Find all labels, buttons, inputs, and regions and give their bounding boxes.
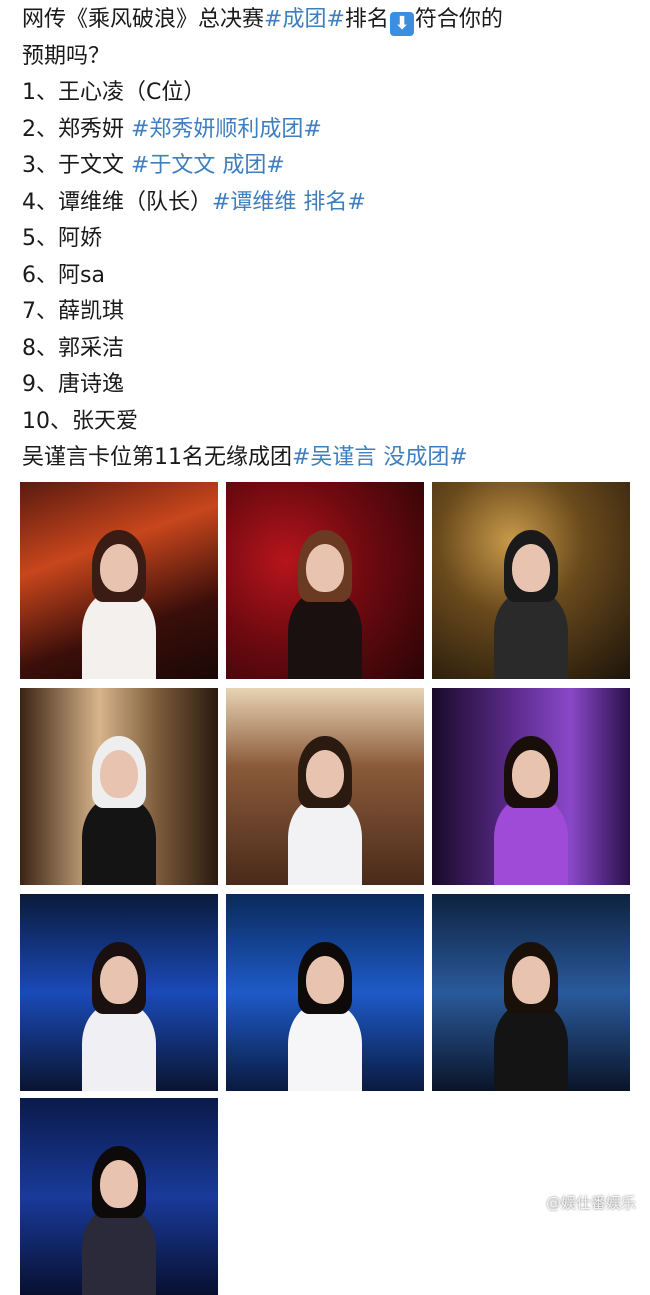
post-text-segment: 6、阿sa bbox=[22, 262, 105, 288]
post-text-segment: 网传《乘风破浪》总决赛 bbox=[22, 7, 265, 32]
watermark-logo-icon bbox=[527, 1196, 542, 1210]
post-line: 10、张天爱 bbox=[22, 404, 632, 441]
post-text: 网传《乘风破浪》总决赛#成团#排名 ⬇ 符合你的预期吗？ 1、王心凌（C位） 2、郑秀妍… bbox=[22, 2, 632, 477]
post-line: 网传《乘风破浪》总决赛#成团#排名 ⬇ 符合你的 bbox=[22, 2, 632, 39]
photo-singer-short-hair[interactable] bbox=[226, 894, 424, 1091]
watermark-text: @娱仕番娱乐 bbox=[545, 1194, 636, 1212]
hashtag-link[interactable]: #谭维维 排名# bbox=[212, 190, 366, 215]
post-text-segment: 9、唐诗逸 bbox=[22, 372, 124, 397]
hashtag-link[interactable]: #郑秀妍顺利成团# bbox=[131, 117, 322, 142]
performer-body bbox=[494, 592, 568, 679]
photo-stage-gold[interactable] bbox=[432, 482, 630, 679]
performer-body bbox=[82, 592, 156, 679]
post-card: 网传《乘风破浪》总决赛#成团#排名 ⬇ 符合你的预期吗？ 1、王心凌（C位） 2、郑秀妍… bbox=[0, 0, 650, 1295]
performer-body bbox=[82, 1004, 156, 1091]
post-line: 5、阿娇 bbox=[22, 221, 632, 258]
performer-body bbox=[494, 798, 568, 885]
post-line: 7、薛凯琪 bbox=[22, 294, 632, 331]
hashtag-link[interactable]: #吴谨言 没成团# bbox=[292, 445, 468, 470]
photo-singer-white-cap[interactable] bbox=[20, 688, 218, 885]
down-arrow-icon: ⬇ bbox=[389, 12, 414, 36]
performer-face bbox=[100, 1160, 138, 1208]
performer-face bbox=[512, 956, 550, 1004]
post-text-segment: 吴谨言卡位第11名无缘成团 bbox=[22, 445, 292, 470]
post-line: 9、唐诗逸 bbox=[22, 367, 632, 404]
post-text-segment: 排名 bbox=[344, 7, 389, 32]
photo-singer-purple-gloves[interactable] bbox=[432, 688, 630, 885]
hashtag-link[interactable]: #于文文 成团# bbox=[131, 153, 285, 178]
post-line: 3、于文文 #于文文 成团# bbox=[22, 148, 632, 185]
post-line: 吴谨言卡位第11名无缘成团#吴谨言 没成团# bbox=[22, 440, 632, 477]
performer-face bbox=[100, 544, 138, 592]
performer-body bbox=[288, 1004, 362, 1091]
post-text-segment: 10、张天爱 bbox=[22, 408, 138, 434]
performer-face bbox=[512, 544, 550, 592]
performer-body bbox=[288, 592, 362, 679]
post-line: 6、阿sa bbox=[22, 258, 632, 295]
performer-face bbox=[306, 750, 344, 798]
photo-singer-microphone[interactable] bbox=[432, 894, 630, 1091]
hashtag-link[interactable]: #成团# bbox=[264, 7, 345, 32]
post-text-segment: 4、谭维维（队长） bbox=[22, 189, 212, 215]
post-text-segment: 7、薛凯琪 bbox=[22, 299, 124, 324]
performer-face bbox=[306, 956, 344, 1004]
post-line: 1、王心凌（C位） bbox=[22, 75, 632, 112]
photo-singer-red-roses[interactable] bbox=[226, 482, 424, 679]
post-text-segment: 5、阿娇 bbox=[22, 226, 102, 251]
photo-singer-black-white-dress[interactable] bbox=[226, 688, 424, 885]
post-text-segment: 2、郑秀妍 bbox=[22, 116, 131, 142]
performer-face bbox=[512, 750, 550, 798]
post-line: 预期吗？ bbox=[22, 39, 632, 76]
performer-body bbox=[494, 1004, 568, 1091]
post-text-segment: 3、于文文 bbox=[22, 153, 131, 178]
post-line: 4、谭维维（队长）#谭维维 排名# bbox=[22, 185, 632, 222]
post-text-segment: 8、郭采洁 bbox=[22, 335, 124, 361]
post-text-segment: 1、王心凌（C位） bbox=[22, 80, 206, 105]
photo-singer-white-dress[interactable] bbox=[20, 482, 218, 679]
watermark: @娱仕番娱乐 bbox=[527, 1192, 636, 1213]
photo-singer-blue-stage[interactable] bbox=[20, 894, 218, 1091]
post-text-segment: 符合你的 bbox=[414, 7, 503, 32]
post-text-segment: 预期吗？ bbox=[22, 43, 111, 69]
post-line: 8、郭采洁 bbox=[22, 331, 632, 368]
photo-singer-braids[interactable] bbox=[20, 1098, 218, 1295]
performer-body bbox=[288, 798, 362, 885]
performer-body bbox=[82, 798, 156, 885]
post-line: 2、郑秀妍 #郑秀妍顺利成团# bbox=[22, 112, 632, 149]
performer-face bbox=[306, 544, 344, 592]
performer-face bbox=[100, 750, 138, 798]
performer-body bbox=[82, 1208, 156, 1295]
performer-face bbox=[100, 956, 138, 1004]
